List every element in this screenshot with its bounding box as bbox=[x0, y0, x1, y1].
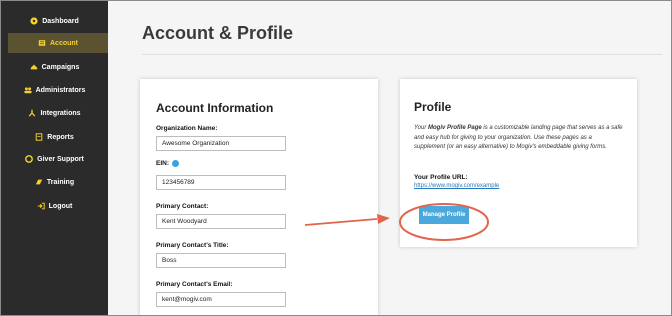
app-window: Dashboard Account Campaigns Administrato… bbox=[0, 0, 672, 316]
profile-title: Profile bbox=[414, 100, 452, 114]
reports-icon bbox=[35, 133, 43, 141]
sidebar-item-label: Logout bbox=[48, 202, 73, 210]
sidebar-item-label: Account bbox=[50, 39, 78, 47]
contact-title-value: Boss bbox=[162, 257, 177, 264]
sidebar-item-training[interactable]: Training bbox=[1, 172, 108, 192]
contact-title-label: Primary Contact's Title: bbox=[156, 242, 229, 249]
sidebar-item-logout[interactable]: Logout bbox=[1, 196, 108, 216]
sidebar-item-label: Campaigns bbox=[41, 63, 80, 71]
primary-contact-input[interactable]: Kent Woodyard bbox=[156, 214, 286, 229]
help-icon[interactable] bbox=[172, 160, 179, 167]
contact-email-input[interactable]: kent@mogiv.com bbox=[156, 292, 286, 307]
contact-email-label: Primary Contact's Email: bbox=[156, 281, 233, 288]
sidebar-item-giver-support[interactable]: Giver Support bbox=[1, 149, 108, 169]
ein-label-row: EIN: bbox=[156, 160, 179, 167]
contact-email-value: kent@mogiv.com bbox=[162, 296, 212, 303]
org-name-input[interactable]: Awesome Organization bbox=[156, 136, 286, 151]
account-icon bbox=[38, 40, 46, 46]
profile-card: Profile Your Mogiv Profile Page is a cus… bbox=[400, 79, 637, 247]
sidebar-item-account[interactable]: Account bbox=[8, 33, 108, 53]
sidebar-item-label: Administrators bbox=[35, 86, 86, 94]
sidebar-item-label: Giver Support bbox=[37, 155, 84, 163]
primary-contact-label: Primary Contact: bbox=[156, 203, 209, 210]
sidebar-item-campaigns[interactable]: Campaigns bbox=[1, 57, 108, 77]
org-name-label: Organization Name: bbox=[156, 125, 218, 132]
main-content: Account & Profile Account Information Or… bbox=[108, 1, 671, 315]
manage-profile-button[interactable]: Manage Profile bbox=[419, 206, 469, 224]
dashboard-icon bbox=[30, 17, 38, 25]
account-information-card: Account Information Organization Name: A… bbox=[140, 79, 378, 315]
profile-url-link[interactable]: https://www.mogiv.com/example bbox=[414, 183, 499, 189]
logout-icon bbox=[37, 202, 45, 210]
training-icon bbox=[35, 179, 43, 185]
sidebar-item-label: Training bbox=[46, 178, 75, 186]
profile-description: Your Mogiv Profile Page is a customizabl… bbox=[414, 124, 624, 153]
giver-support-icon bbox=[25, 155, 34, 163]
administrators-icon bbox=[23, 87, 32, 94]
profile-url-label: Your Profile URL: bbox=[414, 174, 468, 181]
profile-desc-prefix: Your bbox=[414, 125, 429, 131]
account-information-title: Account Information bbox=[156, 101, 274, 115]
sidebar-item-label: Dashboard bbox=[42, 17, 79, 25]
ein-label: EIN: bbox=[156, 160, 169, 168]
ein-input[interactable]: 123456789 bbox=[156, 175, 286, 190]
title-divider bbox=[142, 54, 662, 55]
sidebar-item-label: Reports bbox=[47, 133, 74, 141]
page-title: Account & Profile bbox=[142, 23, 294, 43]
integrations-icon bbox=[29, 109, 36, 117]
sidebar-item-reports[interactable]: Reports bbox=[1, 127, 108, 147]
profile-desc-bold: Mogiv Profile Page bbox=[428, 125, 482, 131]
sidebar-item-integrations[interactable]: Integrations bbox=[1, 103, 108, 123]
contact-title-input[interactable]: Boss bbox=[156, 253, 286, 268]
primary-contact-value: Kent Woodyard bbox=[162, 218, 207, 225]
sidebar: Dashboard Account Campaigns Administrato… bbox=[1, 1, 108, 315]
sidebar-item-administrators[interactable]: Administrators bbox=[1, 80, 108, 100]
sidebar-item-label: Integrations bbox=[40, 109, 81, 117]
sidebar-item-dashboard[interactable]: Dashboard bbox=[1, 11, 108, 31]
campaigns-icon bbox=[30, 64, 37, 70]
org-name-value: Awesome Organization bbox=[162, 140, 230, 147]
ein-value: 123456789 bbox=[162, 179, 195, 186]
